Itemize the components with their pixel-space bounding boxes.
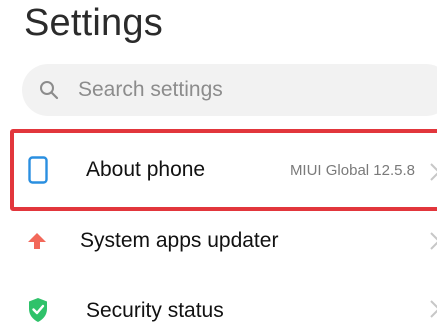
search-input[interactable]: Search settings xyxy=(78,78,223,102)
settings-item-label: Security status xyxy=(86,299,224,322)
chevron-right-icon xyxy=(430,300,437,318)
arrow-up-icon xyxy=(28,233,46,249)
highlight-box xyxy=(10,129,437,211)
settings-item-label: System apps updater xyxy=(80,229,279,252)
shield-check-icon xyxy=(29,298,47,322)
chevron-right-icon xyxy=(430,232,437,250)
page-title: Settings xyxy=(24,2,163,44)
settings-page: Settings Search settings About phone MIU… xyxy=(0,0,437,324)
search-bar[interactable]: Search settings xyxy=(22,64,437,116)
search-icon xyxy=(40,81,59,100)
settings-item-system-apps-updater[interactable]: System apps updater xyxy=(0,209,437,269)
settings-item-security-status[interactable]: Security status xyxy=(0,279,437,324)
